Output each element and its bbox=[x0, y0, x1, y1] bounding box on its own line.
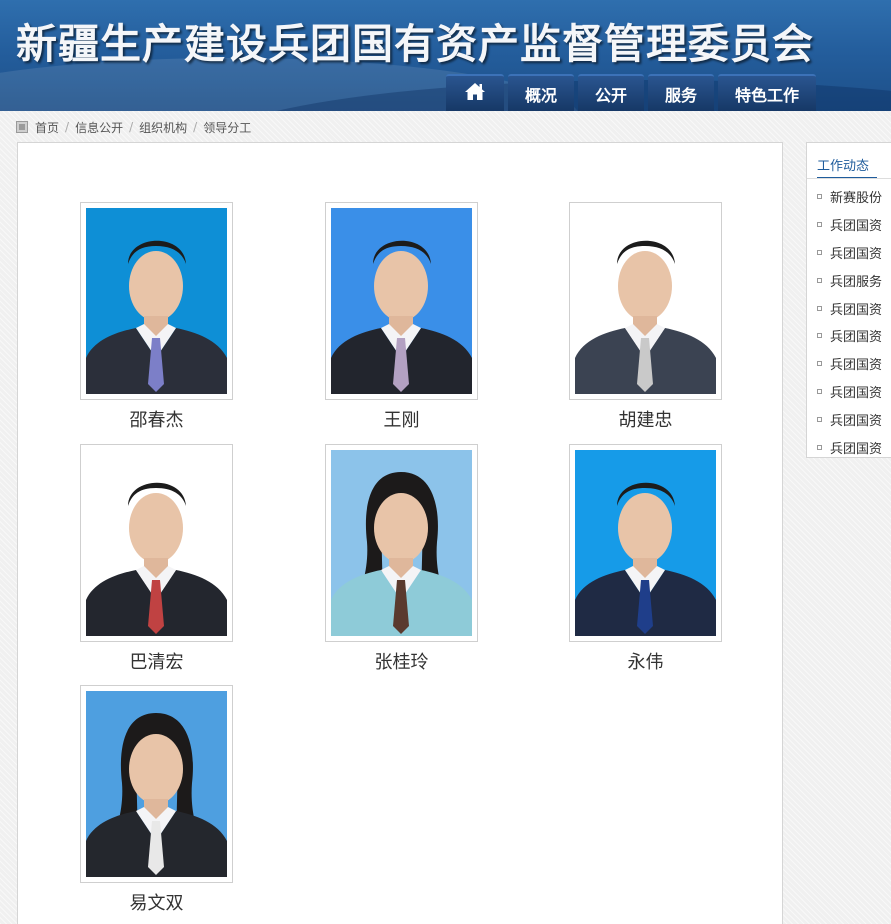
news-item-title: 兵团服务 bbox=[830, 274, 883, 290]
leader-photo-frame[interactable] bbox=[325, 202, 478, 400]
news-item[interactable]: 兵团国资 bbox=[817, 239, 882, 267]
leader-portrait bbox=[86, 691, 227, 877]
tab-divider bbox=[807, 178, 891, 179]
breadcrumb-organization[interactable]: 组织机构 bbox=[139, 119, 187, 136]
bullet-icon bbox=[817, 277, 822, 283]
news-item-title: 兵团国资 bbox=[830, 219, 883, 235]
leader-name[interactable]: 易文双 bbox=[80, 889, 233, 915]
breadcrumb-separator: / bbox=[193, 120, 198, 134]
leader-portrait bbox=[575, 450, 716, 636]
breadcrumb-square-icon bbox=[16, 121, 28, 133]
breadcrumb-separator: / bbox=[129, 120, 134, 134]
nav-home[interactable] bbox=[446, 74, 504, 111]
breadcrumb: 首页 / 信息公开 / 组织机构 / 领导分工 bbox=[16, 118, 251, 136]
leader-photo-frame[interactable] bbox=[80, 685, 233, 883]
news-item[interactable]: 兵团国资 bbox=[817, 211, 882, 239]
nav-overview-label: 概况 bbox=[525, 85, 558, 105]
bullet-icon bbox=[817, 416, 822, 422]
nav-featured-work[interactable]: 特色工作 bbox=[718, 74, 817, 111]
leader-card: 胡建忠 bbox=[569, 202, 722, 432]
leader-card: 永伟 bbox=[569, 444, 722, 674]
news-item-title: 兵团国资 bbox=[830, 358, 883, 374]
news-item-title: 兵团国资 bbox=[830, 413, 883, 429]
bullet-icon bbox=[817, 361, 822, 367]
main-nav: 概况 公开 服务 特色工作 bbox=[446, 74, 817, 111]
tab-work-news[interactable]: 工作动态 bbox=[817, 147, 877, 179]
leader-photo-frame[interactable] bbox=[569, 202, 722, 400]
leader-card: 易文双 bbox=[80, 685, 233, 915]
bullet-icon bbox=[817, 305, 822, 311]
leader-photo-frame[interactable] bbox=[80, 202, 233, 400]
breadcrumb-separator: / bbox=[65, 120, 70, 134]
news-item[interactable]: 兵团国资 bbox=[817, 322, 882, 350]
nav-public-label: 公开 bbox=[595, 85, 628, 105]
leader-photo-frame[interactable] bbox=[325, 444, 478, 642]
news-item-title: 兵团国资 bbox=[830, 441, 883, 457]
leader-name[interactable]: 胡建忠 bbox=[569, 406, 722, 432]
nav-public[interactable]: 公开 bbox=[578, 74, 645, 111]
news-item[interactable]: 兵团国资 bbox=[817, 433, 883, 457]
nav-overview[interactable]: 概况 bbox=[508, 74, 575, 111]
news-list: 新赛股份 兵团国资 兵团国资 兵团服务 兵团国资 兵团国资 兵团国资 兵团国资 … bbox=[817, 183, 883, 457]
breadcrumb-leadership[interactable]: 领导分工 bbox=[203, 119, 251, 136]
leader-name[interactable]: 永伟 bbox=[569, 648, 722, 674]
leader-portrait bbox=[86, 450, 227, 636]
news-item-title: 兵团国资 bbox=[830, 302, 883, 318]
news-item-title: 兵团国资 bbox=[830, 330, 883, 346]
leader-photo-frame[interactable] bbox=[80, 444, 233, 642]
leader-card: 张桂玲 bbox=[325, 444, 478, 674]
leader-portrait bbox=[575, 208, 716, 394]
news-item[interactable]: 兵团服务 bbox=[817, 266, 882, 294]
home-icon bbox=[464, 82, 486, 105]
news-item[interactable]: 兵团国资 bbox=[817, 378, 882, 406]
bullet-icon bbox=[817, 249, 822, 255]
nav-featured-work-label: 特色工作 bbox=[735, 85, 800, 105]
nav-service-label: 服务 bbox=[665, 85, 698, 105]
leader-photo-frame[interactable] bbox=[569, 444, 722, 642]
news-item-title: 兵团国资 bbox=[830, 385, 883, 401]
site-title: 新疆生产建设兵团国有资产监督管理委员会 bbox=[16, 20, 814, 68]
bullet-icon bbox=[817, 194, 822, 200]
news-item[interactable]: 兵团国资 bbox=[817, 294, 882, 322]
news-item[interactable]: 兵团国资 bbox=[817, 350, 882, 378]
leader-name[interactable]: 王刚 bbox=[325, 406, 478, 432]
leader-name[interactable]: 巴清宏 bbox=[80, 648, 233, 674]
bullet-icon bbox=[817, 444, 822, 450]
bullet-icon bbox=[817, 333, 822, 339]
leader-portrait bbox=[331, 208, 472, 394]
news-item-title: 新赛股份 bbox=[830, 191, 883, 207]
leader-card: 邵春杰 bbox=[80, 202, 233, 432]
nav-service[interactable]: 服务 bbox=[648, 74, 715, 111]
news-item[interactable]: 新赛股份 bbox=[817, 183, 882, 211]
bullet-icon bbox=[817, 388, 822, 394]
news-item[interactable]: 兵团国资 bbox=[817, 405, 882, 433]
news-item-title: 兵团国资 bbox=[830, 246, 883, 262]
leader-portrait bbox=[331, 450, 472, 636]
work-news-panel: 工作动态 新赛股份 兵团国资 兵团国资 兵团服务 兵团国资 兵团国资 兵团国资 … bbox=[806, 142, 891, 458]
site-header: 新疆生产建设兵团国有资产监督管理委员会 概况 公开 服务 特色工作 bbox=[0, 0, 891, 111]
leader-card: 王刚 bbox=[325, 202, 478, 432]
breadcrumb-home[interactable]: 首页 bbox=[35, 119, 59, 136]
leader-name[interactable]: 邵春杰 bbox=[80, 406, 233, 432]
leadership-panel: 邵春杰 王刚 胡建忠 巴清宏 张桂玲 永伟 易文双 bbox=[17, 142, 783, 924]
leader-name[interactable]: 张桂玲 bbox=[325, 648, 478, 674]
breadcrumb-info-public[interactable]: 信息公开 bbox=[75, 119, 123, 136]
leader-card: 巴清宏 bbox=[80, 444, 233, 674]
leader-portrait bbox=[86, 208, 227, 394]
bullet-icon bbox=[817, 222, 822, 228]
